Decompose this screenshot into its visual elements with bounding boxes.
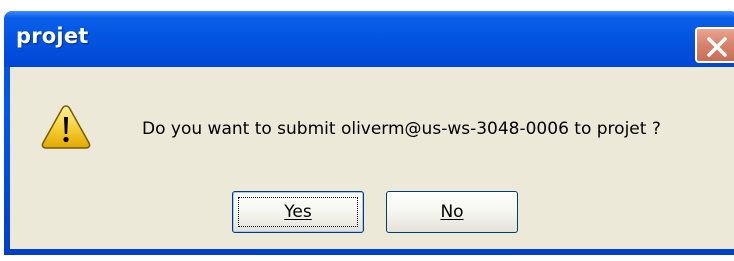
dialog-message: Do you want to submit oliverm@us-ws-3048… bbox=[142, 119, 661, 139]
warning-icon bbox=[41, 105, 91, 149]
yes-button[interactable]: Yes bbox=[232, 191, 364, 233]
dialog-body: Do you want to submit oliverm@us-ws-3048… bbox=[10, 67, 734, 249]
close-icon bbox=[707, 37, 727, 57]
close-button[interactable] bbox=[695, 27, 734, 63]
no-button[interactable]: No bbox=[386, 191, 518, 233]
dialog-window: projet Do you want to submit oliverm@us-… bbox=[4, 11, 734, 255]
focus-rectangle bbox=[238, 197, 358, 227]
window-title: projet bbox=[16, 24, 89, 48]
no-button-label: No bbox=[440, 202, 464, 222]
title-bar[interactable]: projet bbox=[4, 11, 734, 67]
